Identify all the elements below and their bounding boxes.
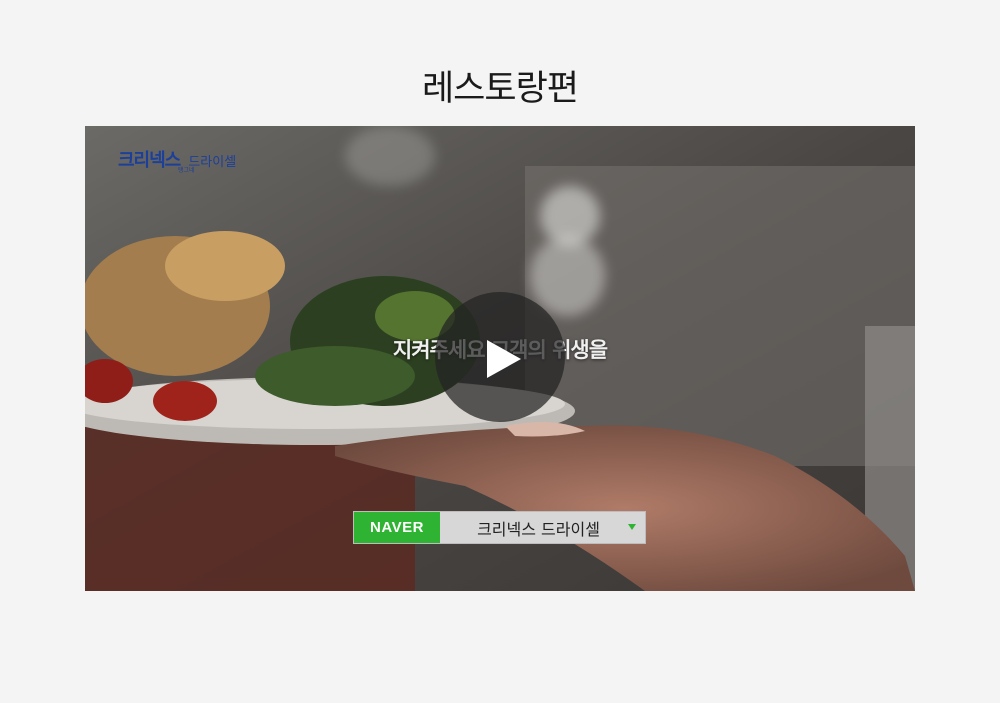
brand-name: 크리넥스: [118, 150, 181, 171]
brand-product: 드라이셀: [188, 155, 237, 170]
page-title: 레스토랑편: [421, 69, 579, 109]
naver-search-bar[interactable]: NAVER 크리넥스 드라이셀: [353, 511, 646, 544]
play-icon: [487, 340, 521, 378]
brand-tagline: 탱그네: [178, 167, 195, 174]
play-button[interactable]: [435, 292, 565, 422]
video-player[interactable]: 크리넥스 드라이셀 탱그네 지켜주세요 고객의 위생을 NAVER 크리넥스 드…: [85, 126, 915, 591]
triangle-down-icon: [628, 524, 636, 530]
search-query: 크리넥스 드라이셀: [477, 519, 600, 539]
brand-logo: 크리넥스 드라이셀 탱그네: [118, 146, 237, 174]
naver-logo: NAVER: [354, 512, 440, 543]
